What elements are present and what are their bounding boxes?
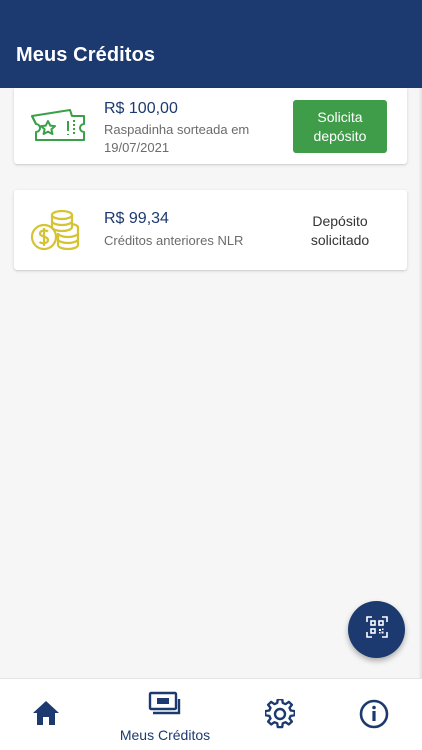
- gear-icon: [264, 698, 296, 734]
- credit-description: Raspadinha sorteada em 19/07/2021: [104, 122, 250, 155]
- ticket-star-icon: [28, 106, 88, 153]
- nav-info[interactable]: [344, 679, 404, 750]
- credit-card-nlr: R$ 99,34 Créditos anteriores NLR Depósit…: [14, 190, 407, 270]
- credit-card-raspadinha: R$ 100,00 Raspadinha sorteada em 19/07/2…: [14, 88, 407, 164]
- nav-settings[interactable]: [250, 679, 310, 750]
- qr-code-icon: [365, 616, 388, 643]
- nav-label: Meus Créditos: [119, 727, 211, 743]
- page-title: Meus Créditos: [16, 44, 156, 66]
- nav-home[interactable]: [16, 679, 76, 750]
- deposit-status: Depósito solicitado: [310, 213, 370, 248]
- credit-description: Créditos anteriores NLR: [104, 233, 244, 248]
- scroll-edge-shadow: [418, 88, 422, 678]
- request-deposit-button[interactable]: Solicita depósito: [293, 100, 387, 153]
- credit-amount: R$ 100,00: [104, 100, 178, 117]
- credits-list[interactable]: R$ 100,00 Raspadinha sorteada em 19/07/2…: [0, 88, 422, 678]
- qr-scan-button[interactable]: [348, 601, 405, 658]
- home-icon: [31, 699, 61, 732]
- credit-amount: R$ 99,34: [104, 210, 169, 227]
- info-icon: [359, 699, 389, 734]
- bottom-navigation: Meus Créditos: [0, 678, 422, 750]
- coins-dollar-icon: [28, 208, 90, 259]
- nav-meus-creditos[interactable]: Meus Créditos: [110, 679, 220, 750]
- wallet-cards-icon: [147, 691, 183, 722]
- app-bar: Meus Créditos: [0, 0, 422, 88]
